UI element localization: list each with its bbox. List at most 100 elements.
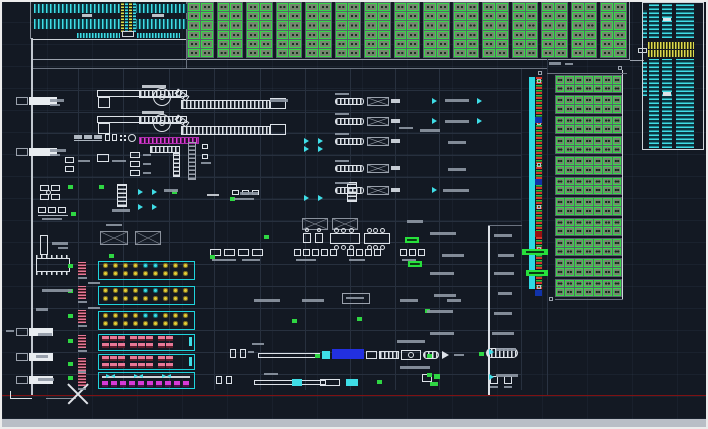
door-frame [16, 328, 28, 336]
pallet-cell [277, 12, 289, 20]
blue-machine [332, 349, 364, 359]
pallet-cell [575, 227, 583, 235]
desk [400, 249, 407, 256]
equip-box [65, 166, 74, 172]
pallet-cell [395, 40, 407, 48]
pink-machine [102, 356, 109, 361]
label-mark [454, 354, 464, 356]
desk [303, 249, 310, 256]
pallet-cell [584, 227, 592, 235]
pallet-cell [483, 3, 495, 11]
rack-col [133, 2, 136, 32]
pallet-cell [467, 31, 479, 39]
pallet-cell [601, 12, 613, 20]
pallet-rack-group [276, 2, 303, 58]
pallet-cell [594, 125, 602, 133]
door-swing [304, 195, 309, 201]
flow-pointer [432, 118, 437, 124]
pallet-cell [556, 280, 564, 288]
pallet-cell [594, 259, 602, 267]
pallet-cell [565, 280, 573, 288]
pallet-cell [319, 3, 331, 11]
desk [238, 249, 249, 256]
pallet-cell [542, 21, 554, 29]
dock-line [32, 39, 187, 40]
desk [356, 249, 363, 256]
pallet-cell [483, 21, 495, 29]
label-mark [270, 99, 288, 102]
pallet-cell [424, 49, 436, 57]
equip-box [202, 154, 208, 159]
window-edge [2, 419, 706, 427]
pallet-cell [437, 21, 449, 29]
pink-machine [138, 363, 145, 368]
conveyor-cap [270, 124, 286, 135]
pallet-cell [496, 31, 508, 39]
green-mark [68, 314, 73, 318]
label-mark [164, 189, 178, 192]
label-mark [88, 307, 100, 309]
pallet-cell [555, 21, 567, 29]
conveyor-box [98, 123, 110, 134]
door-swing [152, 189, 157, 195]
station-circle [143, 296, 148, 301]
label-mark [296, 259, 316, 261]
machine-xbox [367, 164, 389, 173]
operator [226, 376, 232, 384]
pallet-cell [260, 21, 272, 29]
station-circle [103, 271, 108, 276]
pallet-cell [613, 227, 621, 235]
door-frame [16, 148, 28, 156]
cad-viewport[interactable] [2, 2, 706, 419]
label-mark [264, 373, 278, 375]
pink-machine [158, 336, 165, 341]
chair [341, 228, 346, 233]
machine-xbox [367, 97, 389, 106]
pallet-cell [556, 117, 564, 125]
person-body [315, 233, 323, 243]
pallet-cell [613, 280, 621, 288]
label-mark [106, 224, 122, 226]
pallet-rack-group [555, 95, 622, 113]
pallet-cell [247, 49, 259, 57]
pallet-cell [395, 21, 407, 29]
pallet-cell [555, 3, 567, 11]
label-mark [78, 350, 87, 352]
pallet-cell [594, 288, 602, 296]
pallet-cell [613, 85, 621, 93]
machine-endbar [391, 99, 400, 103]
grid-line [260, 68, 261, 390]
pink-machine [118, 363, 125, 368]
pallet-cell [395, 3, 407, 11]
desk [365, 249, 372, 256]
pallet-rack-group [555, 177, 622, 195]
pallet-cell [483, 12, 495, 20]
array-frame [547, 73, 627, 74]
green-mark [109, 254, 114, 258]
pallet-cell [467, 21, 479, 29]
machine-label [335, 93, 349, 95]
desk [321, 249, 328, 256]
pallet-cell [542, 49, 554, 57]
pallet-cell [572, 31, 584, 39]
office-chair [46, 190, 51, 195]
pallet-cell [437, 12, 449, 20]
pallet-rack-group [217, 2, 244, 58]
pallet-cell [542, 3, 554, 11]
label-mark [142, 111, 164, 114]
pallet-cell [603, 76, 611, 84]
conveyor-box [98, 97, 110, 108]
equip-drum [128, 134, 136, 142]
pallet-rack-group [187, 2, 214, 58]
green-mark [68, 264, 73, 268]
station-circle [153, 313, 158, 318]
pink-machine [130, 343, 137, 348]
pallet-cell [201, 40, 213, 48]
pallet-cell [584, 125, 592, 133]
pallet-cell [201, 31, 213, 39]
rack-row [34, 19, 120, 29]
side-table [58, 207, 66, 213]
label-mark [492, 332, 514, 335]
pallet-cell [289, 3, 301, 11]
magenta-machine [102, 381, 108, 387]
